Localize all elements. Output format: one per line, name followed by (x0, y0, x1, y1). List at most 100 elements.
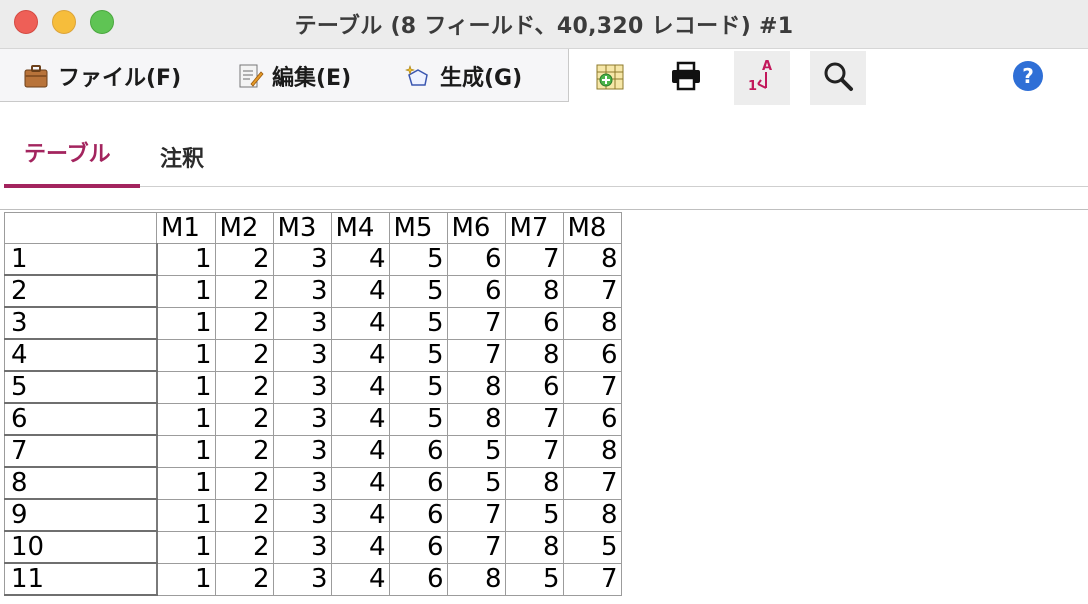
table-cell[interactable]: 5 (388, 243, 448, 276)
table-cell[interactable]: 7 (446, 498, 506, 532)
table-cell[interactable]: 8 (504, 466, 564, 500)
table-cell[interactable]: 6 (388, 530, 448, 564)
table-cell[interactable]: 1 (156, 338, 216, 372)
row-number[interactable]: 8 (4, 466, 158, 500)
table-cell[interactable]: 7 (446, 306, 506, 340)
table-cell[interactable]: 5 (504, 562, 564, 596)
table-row[interactable]: 912346758 (4, 498, 622, 532)
table-cell[interactable]: 1 (156, 274, 216, 308)
table-cell[interactable]: 5 (388, 306, 448, 340)
table-cell[interactable]: 8 (504, 338, 564, 372)
table-cell[interactable]: 2 (214, 274, 274, 308)
table-cell[interactable]: 3 (272, 370, 332, 404)
table-cell[interactable]: 1 (156, 530, 216, 564)
table-cell[interactable]: 4 (330, 530, 390, 564)
table-cell[interactable]: 8 (562, 306, 622, 340)
table-row[interactable]: 812346587 (4, 466, 622, 500)
table-cell[interactable]: 5 (388, 402, 448, 436)
table-cell[interactable]: 3 (272, 243, 332, 276)
table-cell[interactable]: 1 (156, 434, 216, 468)
table-cell[interactable]: 3 (272, 274, 332, 308)
table-cell[interactable]: 7 (446, 530, 506, 564)
table-cell[interactable]: 8 (562, 434, 622, 468)
table-cell[interactable]: 8 (446, 402, 506, 436)
column-header[interactable]: M1 (156, 212, 216, 244)
edit-menu[interactable]: 編集(E) (236, 59, 351, 93)
table-cell[interactable]: 6 (562, 338, 622, 372)
table-row[interactable]: 11 1 2 3 4 6 8 5 7 (4, 562, 622, 596)
export-table-button[interactable] (582, 51, 638, 105)
table-row[interactable]: 512345867 (4, 370, 622, 404)
column-header[interactable]: M3 (272, 212, 332, 244)
tab-table[interactable]: テーブル (24, 136, 111, 168)
help-button[interactable]: ? (1000, 51, 1056, 105)
table-cell[interactable]: 7 (504, 402, 564, 436)
sort-button[interactable]: A 1 (734, 51, 790, 105)
table-cell[interactable]: 2 (214, 434, 274, 468)
table-cell[interactable]: 6 (388, 498, 448, 532)
table-row[interactable]: 412345786 (4, 338, 622, 372)
table-cell[interactable]: 2 (214, 498, 274, 532)
table-row[interactable]: 10 1 2 3 4 6 7 8 5 (4, 530, 622, 564)
table-cell[interactable]: 2 (214, 370, 274, 404)
table-cell[interactable]: 7 (446, 338, 506, 372)
table-row[interactable]: 112345678 (4, 243, 622, 276)
column-header[interactable]: M7 (504, 212, 564, 244)
table-cell[interactable]: 7 (504, 243, 564, 276)
print-button[interactable] (658, 51, 714, 105)
row-number[interactable]: 7 (4, 434, 158, 468)
table-cell[interactable]: 3 (272, 338, 332, 372)
table-cell[interactable]: 4 (330, 434, 390, 468)
row-number[interactable]: 5 (4, 370, 158, 404)
table-cell[interactable]: 1 (156, 402, 216, 436)
row-number[interactable]: 6 (4, 402, 158, 436)
table-cell[interactable]: 8 (446, 370, 506, 404)
row-number[interactable]: 3 (4, 306, 158, 340)
column-header[interactable]: M2 (214, 212, 274, 244)
table-cell[interactable]: 4 (330, 306, 390, 340)
table-cell[interactable]: 1 (156, 243, 216, 276)
table-cell[interactable]: 4 (330, 562, 390, 596)
table-cell[interactable]: 5 (446, 466, 506, 500)
file-menu[interactable]: ファイル(F) (22, 59, 181, 93)
table-cell[interactable]: 7 (562, 466, 622, 500)
column-header[interactable]: M6 (446, 212, 506, 244)
table-cell[interactable]: 6 (562, 402, 622, 436)
table-cell[interactable]: 3 (272, 562, 332, 596)
row-number[interactable]: 11 (4, 562, 158, 596)
table-cell[interactable]: 6 (388, 434, 448, 468)
table-cell[interactable]: 6 (446, 274, 506, 308)
table-cell[interactable]: 2 (214, 306, 274, 340)
table-cell[interactable]: 6 (504, 370, 564, 404)
table-cell[interactable]: 2 (214, 562, 274, 596)
table-cell[interactable]: 2 (214, 530, 274, 564)
table-cell[interactable]: 4 (330, 466, 390, 500)
table-cell[interactable]: 6 (446, 243, 506, 276)
row-number[interactable]: 1 (4, 243, 158, 276)
table-cell[interactable]: 2 (214, 466, 274, 500)
table-cell[interactable]: 2 (214, 402, 274, 436)
table-cell[interactable]: 4 (330, 243, 390, 276)
table-cell[interactable]: 8 (446, 562, 506, 596)
table-cell[interactable]: 8 (562, 243, 622, 276)
table-cell[interactable]: 3 (272, 402, 332, 436)
table-cell[interactable]: 4 (330, 402, 390, 436)
table-cell[interactable]: 1 (156, 562, 216, 596)
row-number[interactable]: 10 (4, 530, 158, 564)
table-cell[interactable]: 5 (388, 370, 448, 404)
table-cell[interactable]: 2 (214, 243, 274, 276)
column-header[interactable]: M5 (388, 212, 448, 244)
table-cell[interactable]: 6 (504, 306, 564, 340)
table-cell[interactable]: 5 (388, 274, 448, 308)
column-header[interactable]: M4 (330, 212, 390, 244)
column-header[interactable]: M8 (562, 212, 622, 244)
table-cell[interactable]: 5 (446, 434, 506, 468)
table-cell[interactable]: 8 (504, 274, 564, 308)
table-cell[interactable]: 2 (214, 338, 274, 372)
table-cell[interactable]: 4 (330, 338, 390, 372)
row-number[interactable]: 2 (4, 274, 158, 308)
table-cell[interactable]: 1 (156, 306, 216, 340)
table-row[interactable]: 212345687 (4, 274, 622, 308)
table-cell[interactable]: 5 (562, 530, 622, 564)
table-cell[interactable]: 4 (330, 370, 390, 404)
